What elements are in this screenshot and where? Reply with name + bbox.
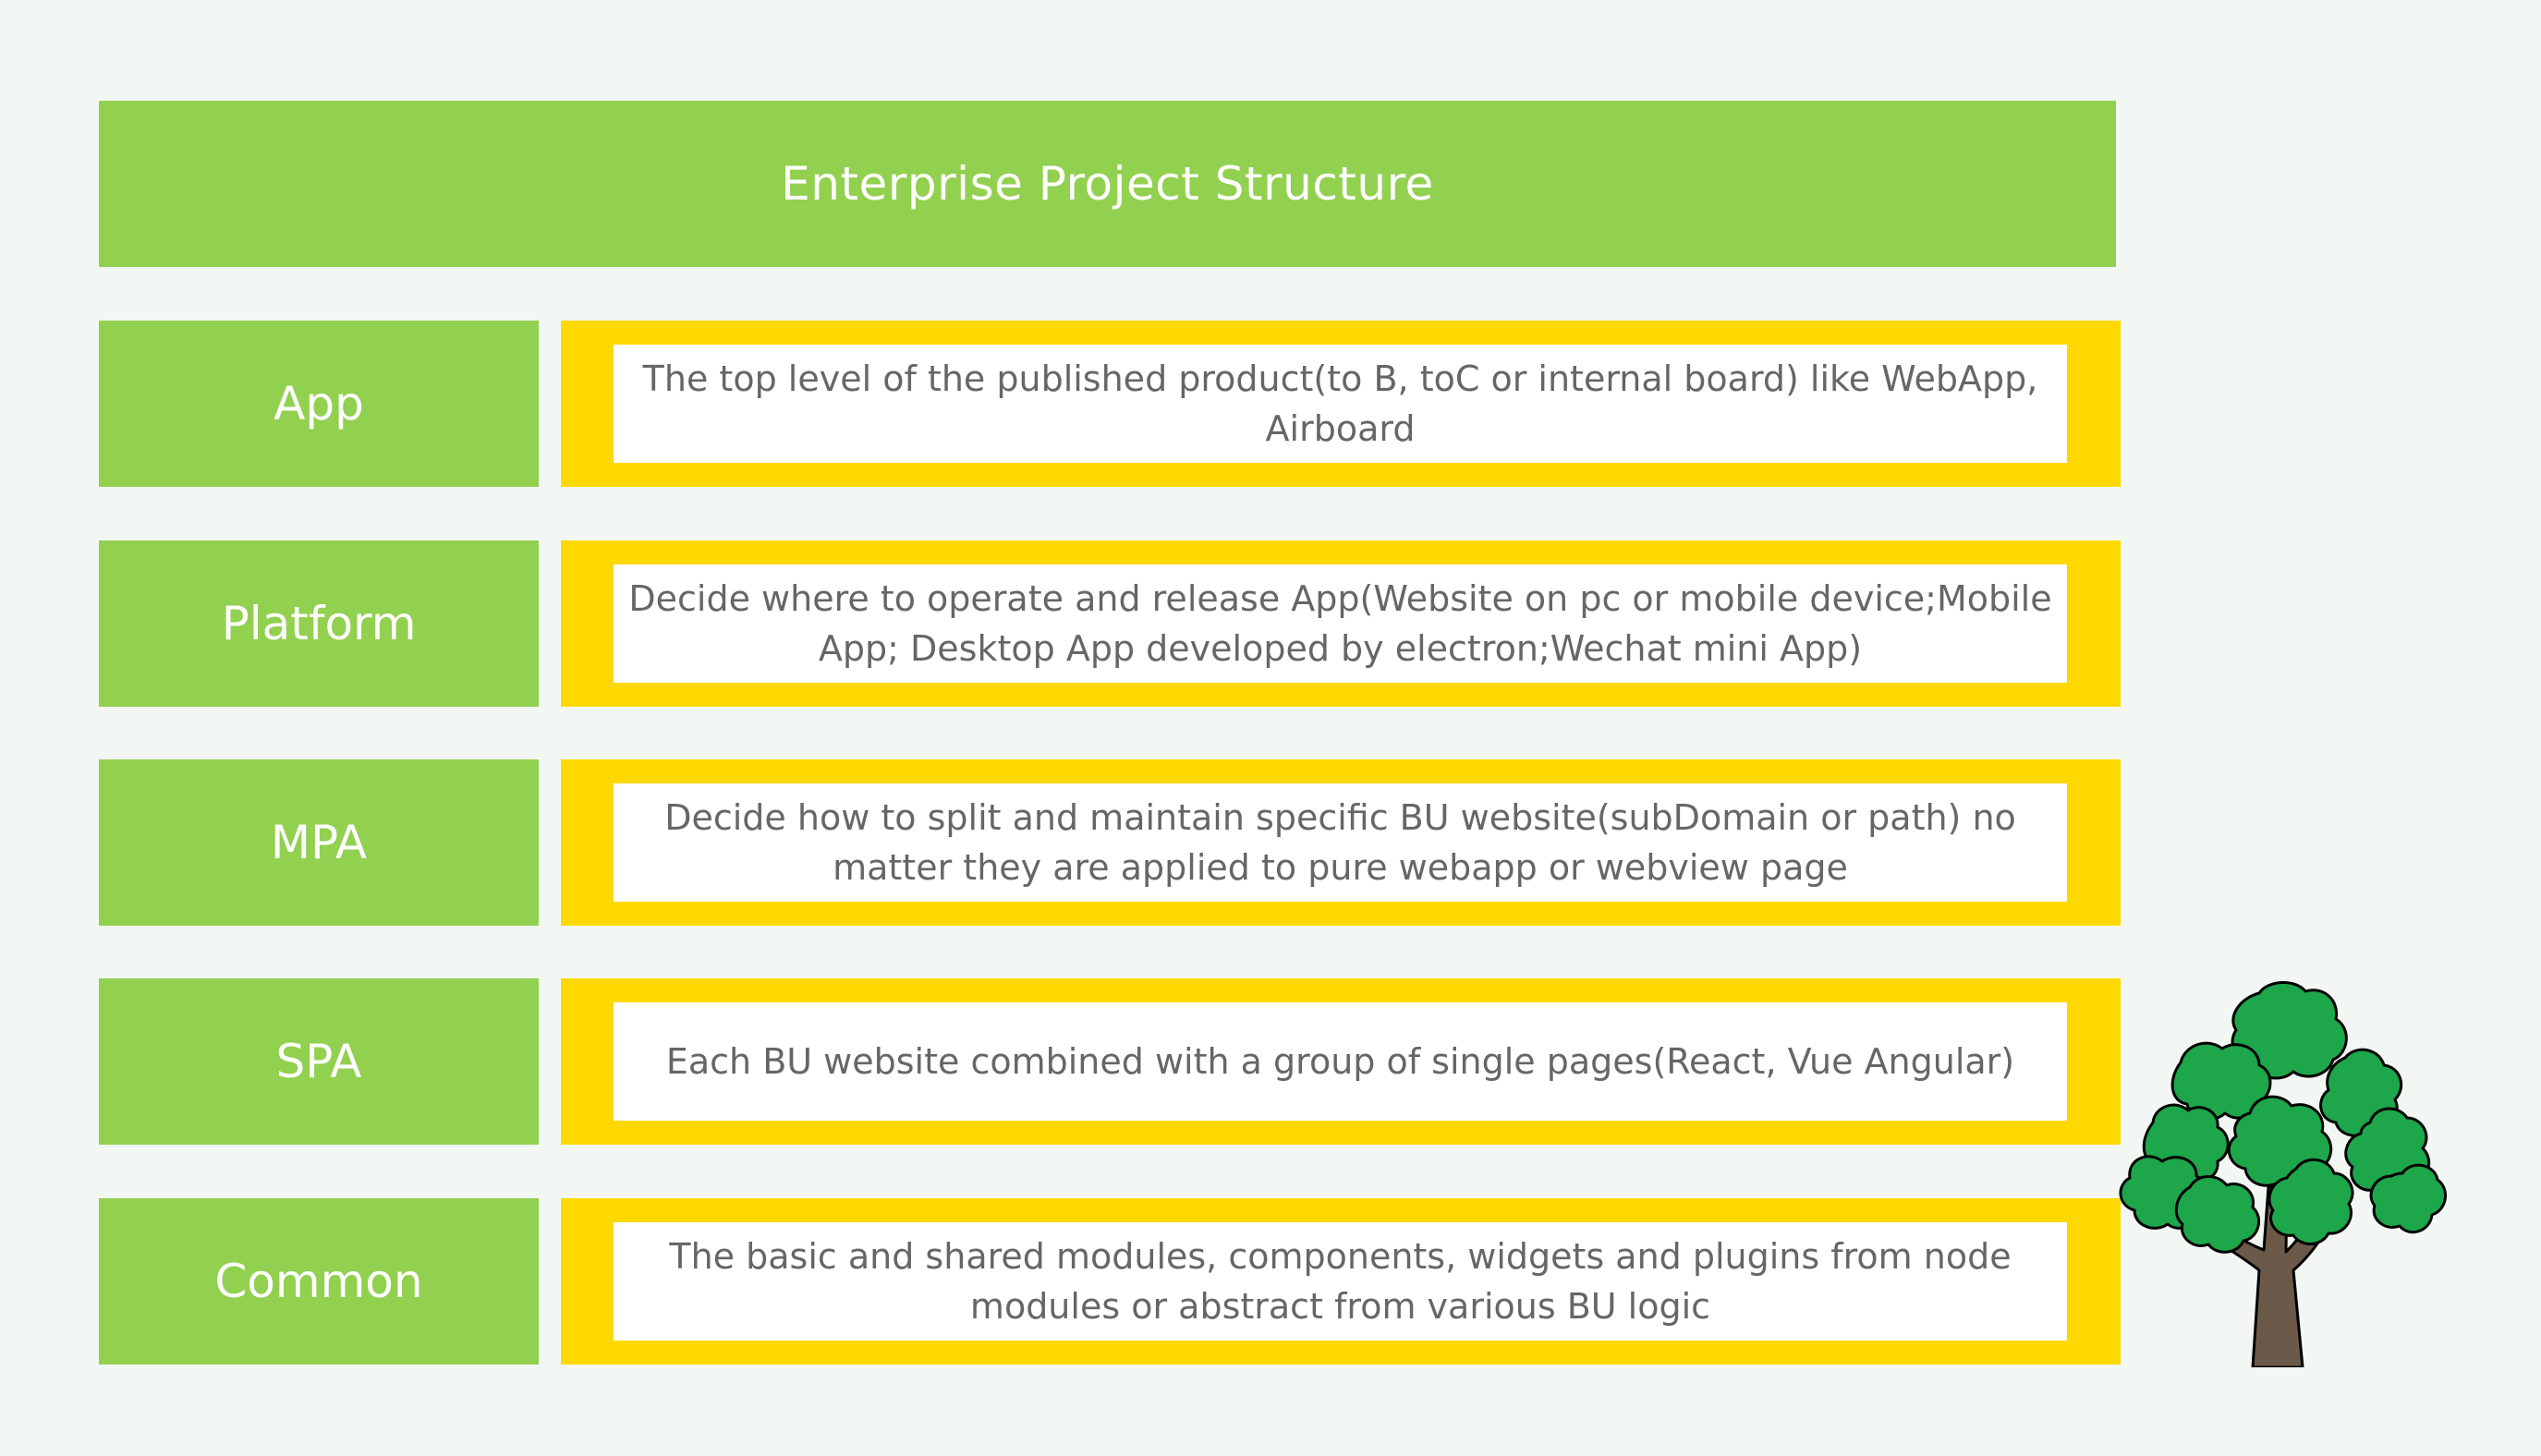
layer-description-frame: The top level of the published product(t… xyxy=(561,321,2121,487)
layer-label: Common xyxy=(214,1255,423,1308)
layer-description-box: The top level of the published product(t… xyxy=(614,345,2067,463)
layer-label-box: MPA xyxy=(99,759,539,926)
layer-description: The top level of the published product(t… xyxy=(642,358,2038,449)
layer-label-box: SPA xyxy=(99,978,539,1145)
diagram-title: Enterprise Project Structure xyxy=(781,157,1434,211)
layer-description: The basic and shared modules, components… xyxy=(669,1236,2012,1327)
layer-label-box: Platform xyxy=(99,540,539,707)
layer-description-box: Decide how to split and maintain specifi… xyxy=(614,783,2067,902)
layer-description-box: Decide where to operate and release App(… xyxy=(614,564,2067,683)
layer-description: Each BU website combined with a group of… xyxy=(665,1041,2015,1082)
layer-label: Platform xyxy=(221,597,417,650)
tree-icon xyxy=(2119,981,2447,1367)
layer-description-frame: Each BU website combined with a group of… xyxy=(561,978,2121,1145)
layer-row-app: App The top level of the published produ… xyxy=(0,321,2541,487)
layer-description-box: Each BU website combined with a group of… xyxy=(614,1002,2067,1121)
layer-label: MPA xyxy=(270,816,368,869)
layer-description: Decide how to split and maintain specifi… xyxy=(664,797,2016,888)
layer-description: Decide where to operate and release App(… xyxy=(628,578,2052,669)
tree-foliage xyxy=(2119,981,2447,1254)
layer-description-frame: Decide where to operate and release App(… xyxy=(561,540,2121,707)
layer-description-box: The basic and shared modules, components… xyxy=(614,1222,2067,1341)
layer-description-frame: The basic and shared modules, components… xyxy=(561,1198,2121,1365)
layer-label-box: Common xyxy=(99,1198,539,1365)
layer-description-frame: Decide how to split and maintain specifi… xyxy=(561,759,2121,926)
layer-label: SPA xyxy=(275,1035,362,1088)
title-banner: Enterprise Project Structure xyxy=(99,101,2116,267)
layer-row-mpa: MPA Decide how to split and maintain spe… xyxy=(0,759,2541,926)
layer-row-platform: Platform Decide where to operate and rel… xyxy=(0,540,2541,707)
layer-label-box: App xyxy=(99,321,539,487)
layer-label: App xyxy=(274,377,364,431)
